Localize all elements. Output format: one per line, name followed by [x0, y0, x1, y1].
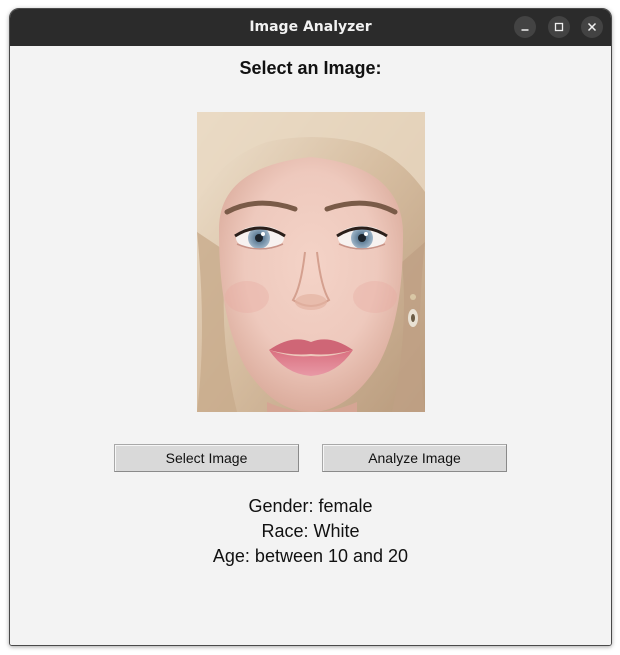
maximize-icon	[554, 22, 564, 32]
maximize-button[interactable]	[548, 16, 570, 38]
app-window: Image Analyzer Select an Image: Select I…	[9, 8, 612, 646]
select-image-button[interactable]: Select Image	[114, 444, 299, 472]
gender-result: Gender: female	[248, 496, 373, 516]
title-bar[interactable]: Image Analyzer	[10, 9, 611, 46]
close-icon	[587, 22, 597, 32]
page-heading: Select an Image:	[239, 58, 382, 78]
minimize-button[interactable]	[514, 16, 536, 38]
analyze-image-button[interactable]: Analyze Image	[322, 444, 507, 472]
main-panel: Select an Image: Select Image Analyze Im…	[10, 46, 611, 645]
portrait-image	[197, 112, 425, 412]
race-result: Race: White	[261, 521, 360, 541]
minimize-icon	[521, 29, 529, 31]
age-result: Age: between 10 and 20	[212, 546, 409, 566]
close-button[interactable]	[581, 16, 603, 38]
